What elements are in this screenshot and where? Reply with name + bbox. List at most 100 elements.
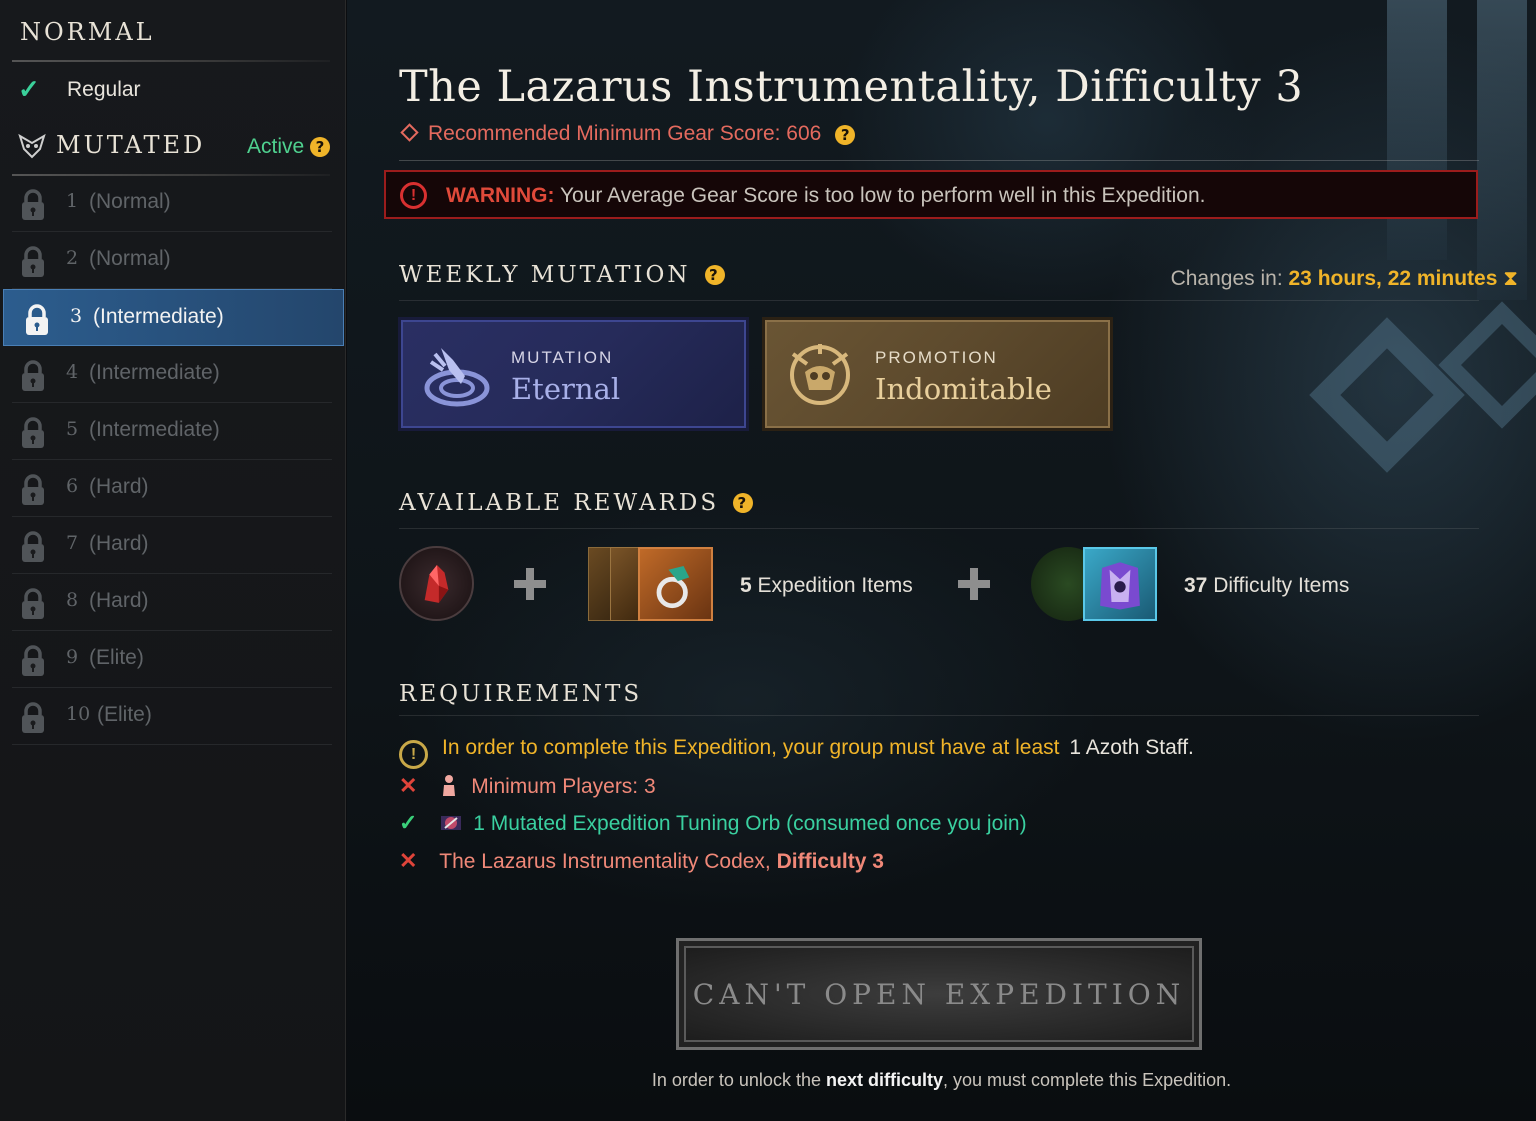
expedition-items-icon[interactable] (588, 547, 713, 621)
requirements-heading: REQUIREMENTS (399, 681, 643, 707)
rewards-title: AVAILABLE REWARDS (399, 490, 720, 516)
timer-value: 23 hours, 22 minutes (1288, 267, 1498, 290)
lock-icon (20, 417, 46, 449)
difficulty-sidebar: NORMAL ✓ Regular MUTATED Active ? 1 (Norm… (0, 0, 346, 1121)
promotion-name: Indomitable (875, 372, 1052, 406)
divider (12, 744, 332, 745)
mutation-kind: MUTATION (511, 348, 614, 367)
lock-icon (20, 246, 46, 278)
x-icon: ✕ (399, 773, 418, 798)
sidebar-item-difficulty-7[interactable]: 7 (Hard) (0, 517, 346, 574)
sidebar-item-difficulty-1[interactable]: 1 (Normal) (0, 175, 346, 232)
mutation-timer: Changes in: 23 hours, 22 minutes ⧗ (1171, 267, 1518, 291)
help-icon[interactable]: ? (733, 493, 754, 513)
divider (399, 528, 1479, 529)
divider (399, 715, 1479, 716)
divider (399, 300, 1479, 301)
difficulty-label: (Hard) (89, 475, 149, 498)
difficulty-items-count: 37 (1184, 574, 1208, 597)
help-icon[interactable]: ? (835, 125, 856, 145)
timer-label: Changes in: (1170, 267, 1283, 290)
unlock-hint-bold: next difficulty (825, 1070, 943, 1090)
difficulty-number: 8 (66, 589, 79, 611)
mutation-card[interactable]: MUTATION Eternal (398, 317, 749, 431)
difficulty-number: 4 (66, 361, 79, 383)
min-players-text: Minimum Players: 3 (471, 775, 656, 798)
sidebar-item-difficulty-6[interactable]: 6 (Hard) (0, 460, 346, 517)
expedition-panel: The Lazarus Instrumentality, Difficulty … (347, 0, 1536, 1121)
codex-difficulty: Difficulty 3 (776, 850, 884, 873)
difficulty-number: 1 (66, 190, 79, 212)
unlock-hint-post: , you must complete this Expedition. (942, 1070, 1232, 1090)
difficulty-label: (Elite) (89, 646, 144, 669)
warning-label: WARNING: (446, 184, 555, 207)
sidebar-item-difficulty-4[interactable]: 4 (Intermediate) (0, 346, 346, 403)
check-icon: ✓ (399, 810, 418, 835)
sidebar-item-difficulty-8[interactable]: 8 (Hard) (0, 574, 346, 631)
sidebar-item-difficulty-5[interactable]: 5 (Intermediate) (0, 403, 346, 460)
codex-text: The Lazarus Instrumentality Codex, (439, 850, 777, 873)
azoth-requirement-text: In order to complete this Expedition, yo… (442, 736, 1066, 759)
difficulty-items-icon[interactable] (1031, 547, 1157, 621)
difficulty-items-label: 37 Difficulty Items (1184, 574, 1349, 598)
divider (399, 160, 1479, 161)
promotion-skull-icon (790, 344, 850, 405)
crystal-reward-icon[interactable] (399, 546, 474, 621)
requirement-azoth-staff: ! In order to complete this Expedition, y… (399, 736, 1194, 769)
sidebar-item-difficulty-10[interactable]: 10 (Elite) (0, 688, 346, 745)
expedition-items-text: Expedition Items (751, 574, 913, 597)
lock-icon (20, 645, 46, 677)
sidebar-item-regular[interactable]: ✓ Regular (0, 62, 346, 118)
difficulty-label: (Elite) (97, 703, 152, 726)
promotion-kind: PROMOTION (875, 348, 998, 367)
sidebar-item-label: Regular (67, 78, 141, 101)
sidebar-item-difficulty-2[interactable]: 2 (Normal) (0, 232, 346, 289)
plus-icon (958, 568, 990, 600)
difficulty-label: (Normal) (89, 190, 171, 213)
difficulty-number: 2 (66, 247, 79, 269)
difficulty-label: (Intermediate) (89, 418, 220, 441)
background-ornament (1309, 317, 1465, 473)
background-pillar (1387, 0, 1447, 260)
warning-text: WARNING: Your Average Gear Score is too … (446, 184, 1205, 208)
unlock-hint-pre: In order to unlock the (651, 1070, 826, 1090)
diamond-icon (400, 123, 419, 142)
available-rewards-heading: AVAILABLE REWARDS ? (399, 490, 754, 516)
x-icon: ✕ (399, 848, 418, 873)
promotion-card[interactable]: PROMOTION Indomitable (762, 317, 1113, 431)
hourglass-icon: ⧗ (1503, 267, 1518, 290)
requirement-codex: ✕ The Lazarus Instrumentality Codex, Dif… (399, 848, 884, 874)
requirement-min-players: ✕ Minimum Players: 3 (399, 773, 656, 799)
lock-icon (20, 702, 46, 734)
person-icon (443, 775, 456, 796)
expedition-items-label: 5 Expedition Items (740, 574, 913, 598)
sidebar-item-difficulty-3[interactable]: 3 (Intermediate) (3, 289, 344, 346)
tuning-orb-text: 1 Mutated Expedition Tuning Orb (consume… (473, 812, 1027, 835)
open-expedition-button-label: CAN'T OPEN EXPEDITION (684, 946, 1194, 1042)
unlock-hint: In order to unlock the next difficulty, … (347, 1070, 1536, 1091)
info-warning-icon: ! (399, 740, 428, 769)
help-icon[interactable]: ? (704, 265, 725, 285)
difficulty-number: 10 (66, 703, 91, 725)
lock-icon (20, 474, 46, 506)
difficulty-number: 7 (66, 532, 79, 554)
recommended-gear-score: Recommended Minimum Gear Score: 606 ? (399, 122, 856, 146)
warning-message: Your Average Gear Score is too low to pe… (554, 184, 1206, 207)
open-expedition-button[interactable]: CAN'T OPEN EXPEDITION (676, 938, 1202, 1050)
plus-icon (514, 568, 546, 600)
difficulty-number: 5 (66, 418, 79, 440)
azoth-requirement-item: 1 Azoth Staff (1069, 736, 1189, 759)
background-ornament (1438, 301, 1536, 429)
difficulty-label: (Hard) (89, 532, 149, 555)
weekly-mutation-title: WEEKLY MUTATION (399, 262, 691, 288)
lock-icon (20, 531, 46, 563)
azoth-requirement-end: . (1188, 736, 1194, 759)
mutated-skull-icon (18, 133, 46, 159)
sidebar-item-difficulty-9[interactable]: 9 (Elite) (0, 631, 346, 688)
difficulty-label: (Intermediate) (93, 305, 224, 328)
difficulty-label: (Hard) (89, 589, 149, 612)
lock-icon (20, 360, 46, 392)
help-icon[interactable]: ? (310, 137, 330, 157)
warning-banner: ! WARNING: Your Average Gear Score is to… (384, 170, 1478, 219)
difficulty-number: 9 (66, 646, 79, 668)
